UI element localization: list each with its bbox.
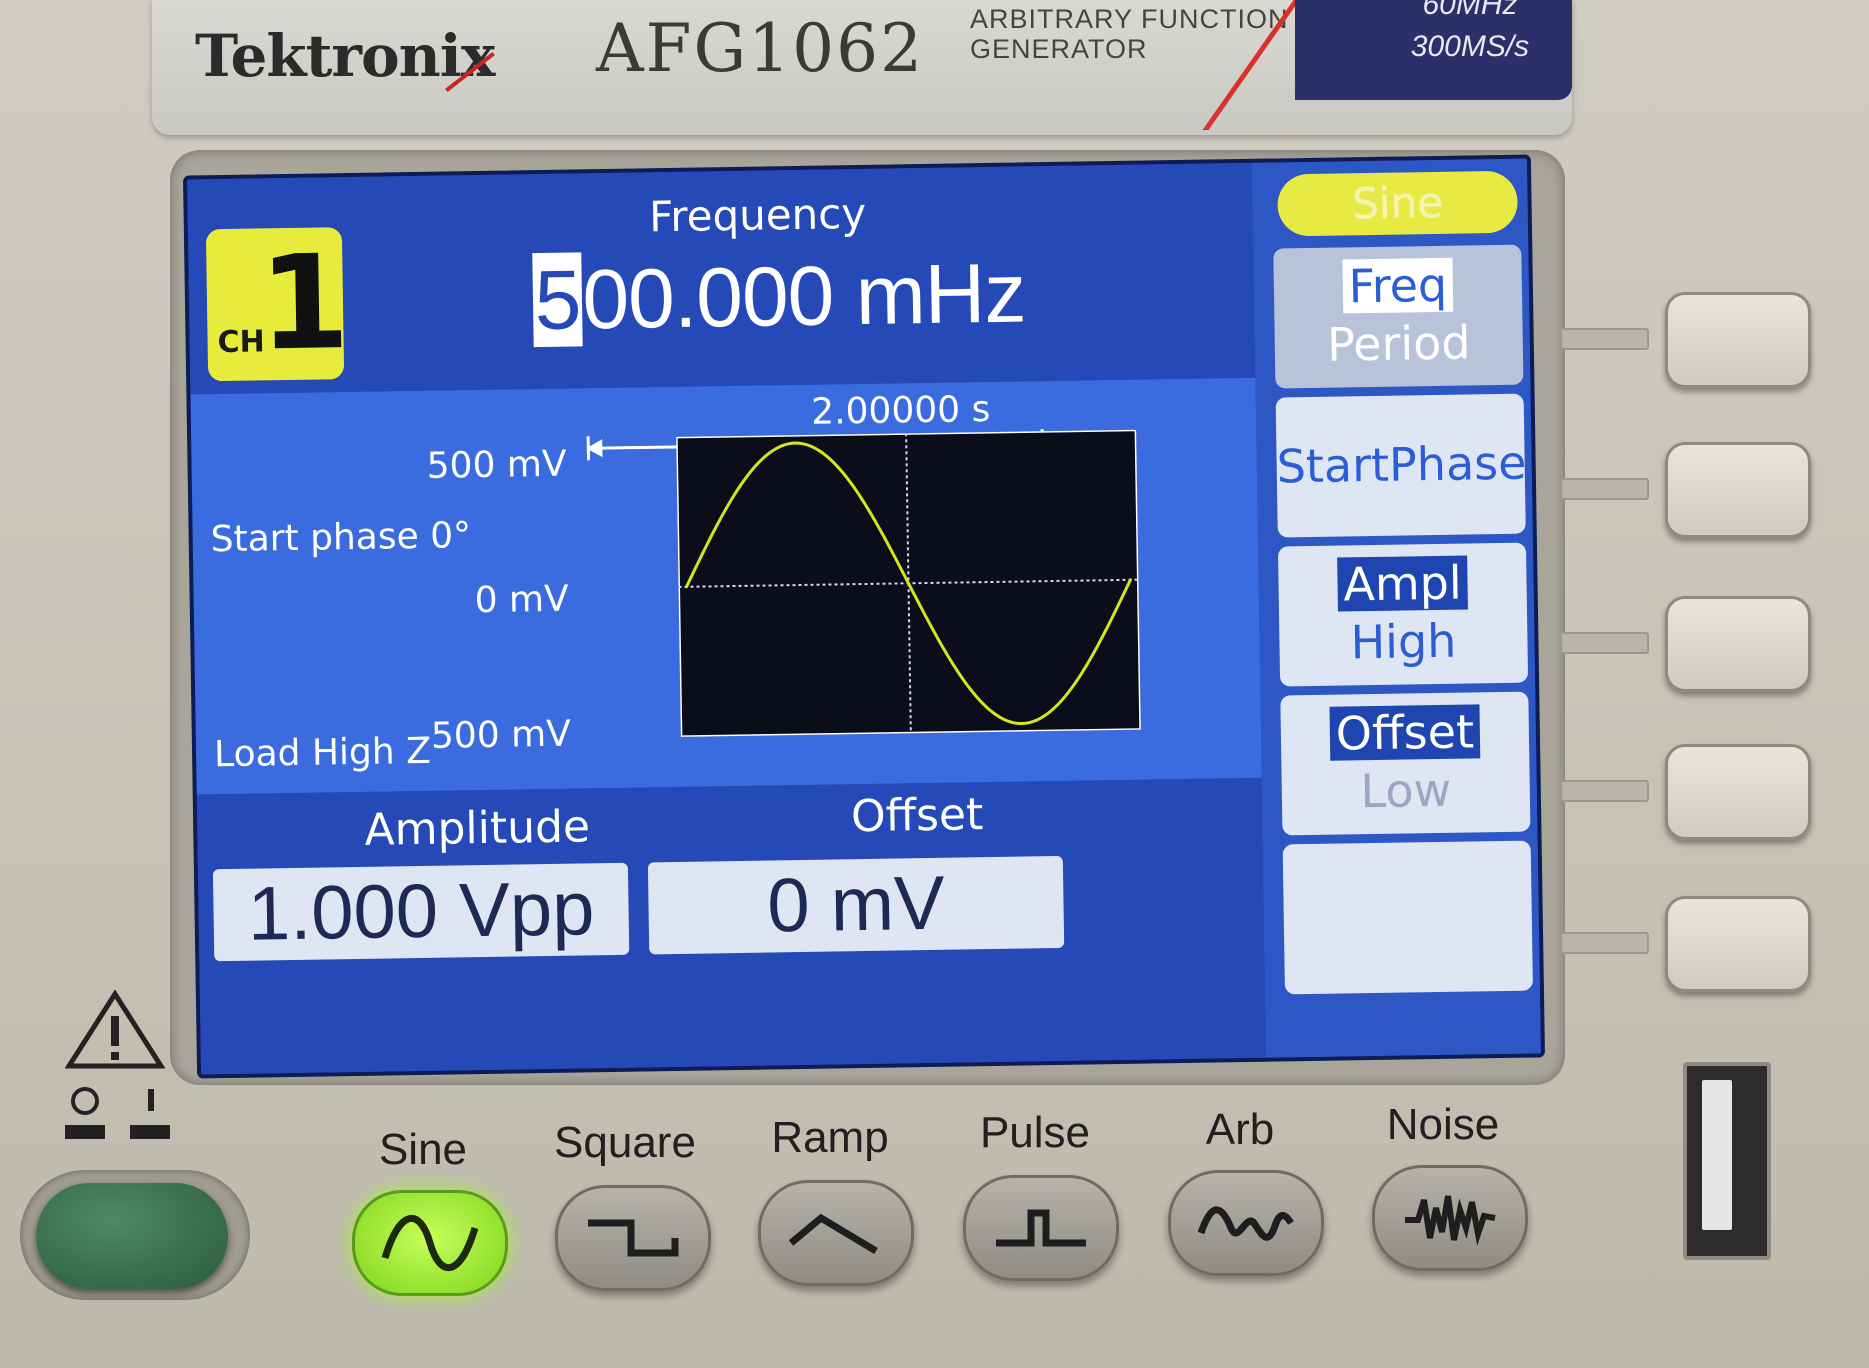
spec-bandwidth: 60MHz (1422, 0, 1518, 21)
softkey-freq-period[interactable]: Freq Period (1273, 244, 1524, 389)
softkey-low-label: Low (1360, 762, 1452, 819)
start-phase-label: Start phase 0° (210, 515, 472, 561)
pulse-button[interactable] (963, 1175, 1119, 1281)
sine-button[interactable] (352, 1190, 508, 1296)
pulse-wave-icon (996, 1209, 1086, 1247)
usb-port-tongue (1702, 1080, 1732, 1230)
y-label-mid: 0 mV (474, 578, 570, 622)
channel-badge: CH 1 (205, 226, 351, 382)
offset-value[interactable]: 0 mV (647, 855, 1065, 955)
arb-button-label: Arb (1205, 1105, 1275, 1154)
softkey-high-label: High (1350, 613, 1457, 670)
softkey-lead-5 (1560, 932, 1649, 954)
frequency-value-rest: 00.000 mHz (581, 245, 1026, 347)
brand-logo: Tektronix (195, 22, 495, 90)
display-screen: CH 1 Frequency 500.000 mHz 2.00000 s 500… (182, 154, 1546, 1079)
amplitude-value[interactable]: 1.000 Vpp (212, 862, 630, 962)
warning-triangle-icon (65, 990, 165, 1069)
power-button[interactable] (36, 1183, 228, 1289)
ramp-button-label: Ramp (771, 1113, 889, 1162)
softkey-lead-3 (1560, 632, 1649, 654)
softkey-lead-2 (1560, 478, 1649, 500)
softkey-start-phase-label: StartPhase (1276, 435, 1527, 494)
softkey-freq-label: Freq (1342, 257, 1454, 314)
softkey-start-phase[interactable]: StartPhase (1275, 393, 1527, 538)
bezel-button-4[interactable] (1665, 744, 1811, 840)
mode-label: Sine (1351, 177, 1444, 229)
softkey-lead-4 (1560, 780, 1649, 802)
noise-wave-icon (1405, 1195, 1496, 1246)
softkey-offset-low[interactable]: Offset Low (1280, 691, 1531, 836)
spec-sample-rate: 300MS/s (1410, 30, 1530, 63)
frequency-title: Frequency (648, 188, 867, 242)
y-label-top: 500 mV (426, 443, 567, 487)
softkey-blank[interactable] (1282, 840, 1533, 995)
softkey-offset-label: Offset (1329, 704, 1481, 761)
offset-label: Offset (850, 789, 984, 843)
instrument-front-panel: Tektronix AFG1062 ARBITRARY FUNCTION GEN… (0, 0, 1869, 1368)
bezel-button-1[interactable] (1665, 292, 1811, 388)
arb-button[interactable] (1168, 1170, 1324, 1276)
model-name: AFG1062 (596, 10, 925, 87)
amplitude-label: Amplitude (364, 801, 591, 856)
frequency-value[interactable]: 500.000 mHz (478, 244, 1079, 350)
ramp-button[interactable] (758, 1180, 914, 1286)
noise-button[interactable] (1372, 1165, 1528, 1271)
channel-prefix: CH (217, 324, 266, 361)
bezel-button-2[interactable] (1665, 442, 1811, 538)
waveform-plot (676, 429, 1141, 737)
bezel-button-3[interactable] (1665, 596, 1811, 692)
sine-button-label: Sine (378, 1125, 468, 1174)
arb-wave-icon (1197, 1206, 1294, 1241)
ramp-wave-icon (788, 1213, 878, 1255)
pulse-button-label: Pulse (979, 1108, 1091, 1157)
description-line-1: ARBITRARY FUNCTION (970, 4, 1289, 34)
square-wave-icon (588, 1219, 679, 1257)
mode-indicator: Sine (1277, 170, 1519, 237)
edit-cursor-digit: 5 (531, 252, 584, 348)
power-standby-icon (65, 1087, 170, 1139)
noise-button-label: Noise (1386, 1100, 1500, 1149)
load-label: Load High Z (213, 730, 432, 776)
softkey-period-label: Period (1326, 315, 1471, 372)
channel-number: 1 (257, 226, 351, 380)
spec-text: 60MHz 300MS/s (1360, 0, 1580, 68)
sine-wave-icon (381, 1214, 479, 1272)
square-button[interactable] (555, 1185, 711, 1291)
softkey-ampl-label: Ampl (1336, 555, 1469, 612)
softkey-lead-1 (1560, 328, 1649, 350)
bezel-button-5[interactable] (1665, 896, 1811, 992)
square-button-label: Square (554, 1118, 696, 1167)
softkey-ampl-high[interactable]: Ampl High (1277, 542, 1529, 687)
